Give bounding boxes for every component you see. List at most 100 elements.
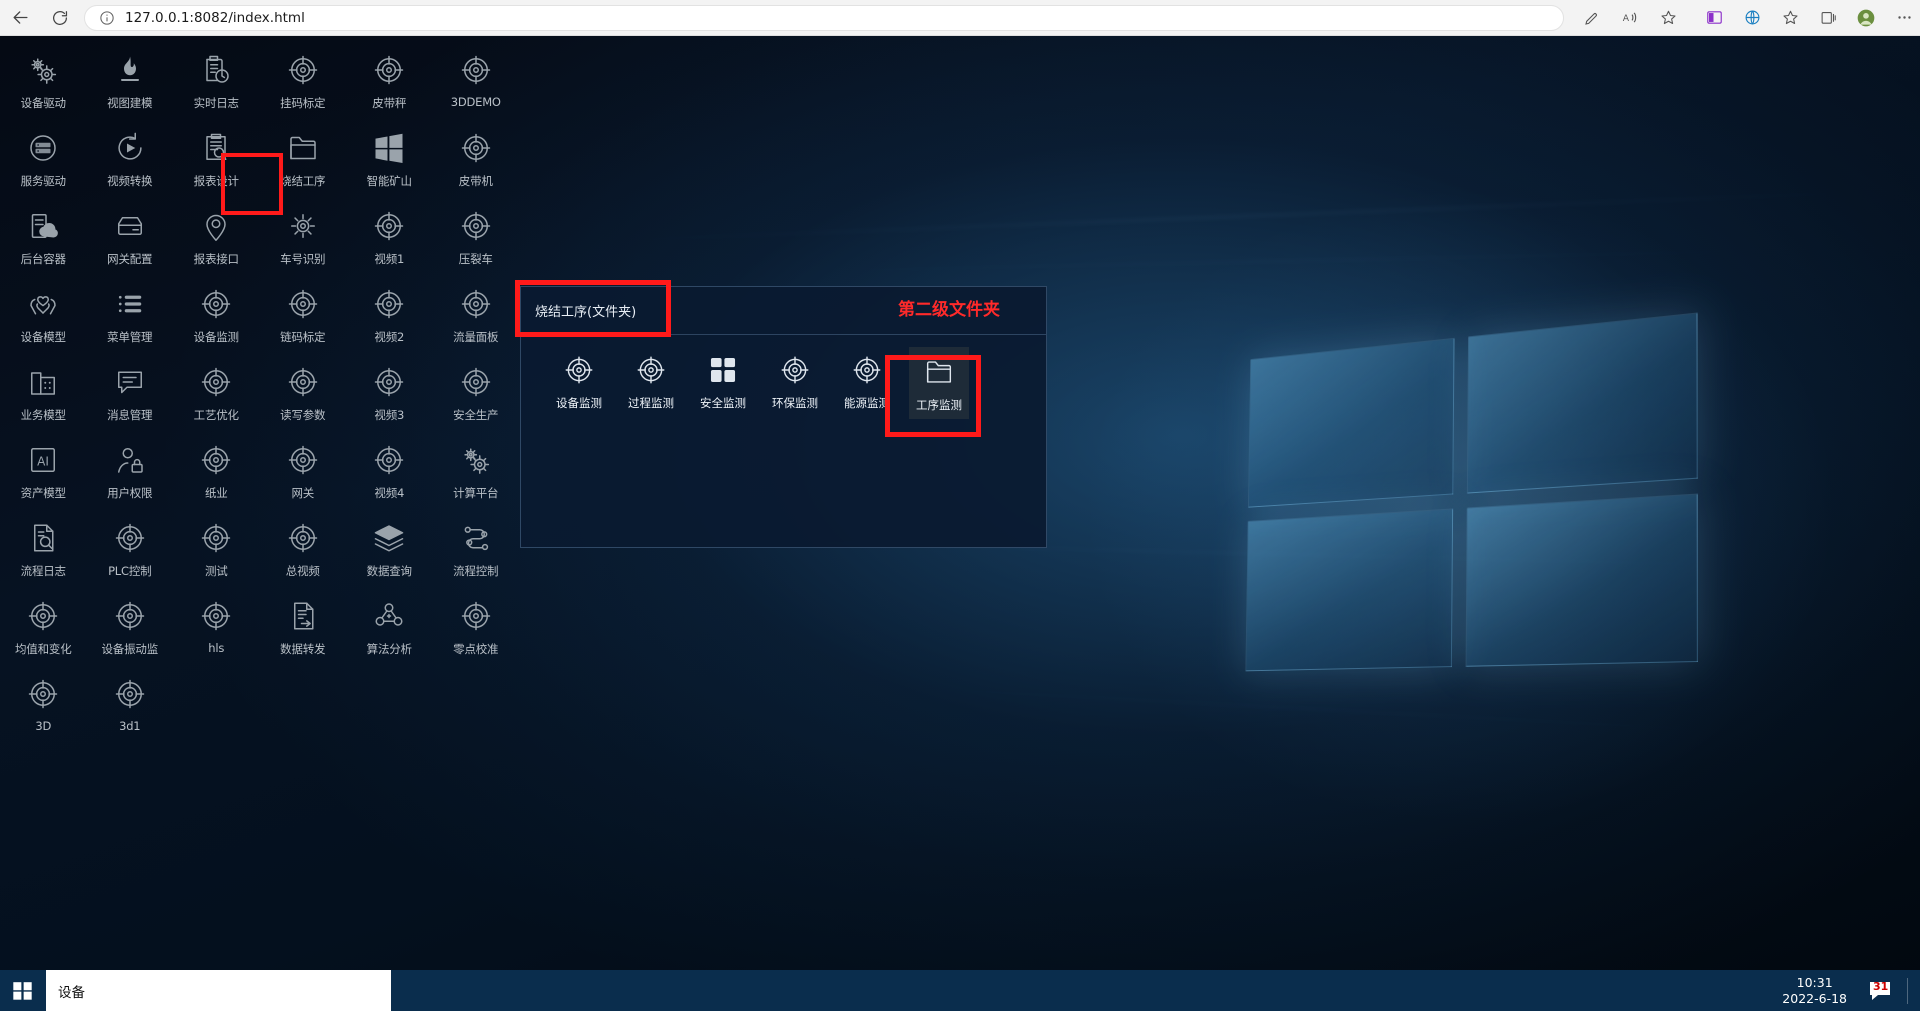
- desktop-icon-24[interactable]: 流量面板: [433, 276, 520, 354]
- desktop-icon-33[interactable]: 纸业: [173, 432, 260, 510]
- desktop-icon-label: 视频1: [374, 252, 405, 266]
- target-icon: [369, 362, 409, 402]
- desktop-icon-27[interactable]: 工艺优化: [173, 354, 260, 432]
- notification-center-button[interactable]: 31: [1857, 970, 1903, 1011]
- desktop-icon-9[interactable]: 报表设计: [173, 120, 260, 198]
- desktop-icon-label: 流程控制: [453, 564, 499, 578]
- desktop-icon-8[interactable]: 视频转换: [87, 120, 174, 198]
- desktop-icon-6[interactable]: 3DDEMO: [433, 42, 520, 120]
- desktop-icon-7[interactable]: 服务驱动: [0, 120, 87, 198]
- target-icon: [110, 596, 150, 636]
- location-pin-icon: [196, 206, 236, 246]
- desktop-icon-47[interactable]: 算法分析: [346, 588, 433, 666]
- folder-item-6[interactable]: 工序监测: [909, 347, 969, 419]
- settings-more-icon[interactable]: [1888, 3, 1920, 33]
- desktop-icon-11[interactable]: 智能矿山: [346, 120, 433, 198]
- desktop-icon-label: 实时日志: [193, 96, 239, 110]
- folder-item-1[interactable]: 设备监测: [549, 353, 609, 419]
- desktop-icon-label: 视频转换: [107, 174, 153, 188]
- browser-essentials-icon[interactable]: [1736, 3, 1768, 33]
- desktop-icon-label: 皮带秤: [372, 96, 407, 110]
- document-forward-icon: [283, 596, 323, 636]
- desktop-icon-14[interactable]: 网关配置: [87, 198, 174, 276]
- info-circle-icon[interactable]: [99, 10, 115, 26]
- profile-avatar-icon[interactable]: [1850, 3, 1882, 33]
- split-screen-icon[interactable]: [1698, 3, 1730, 33]
- desktop-icon-48[interactable]: 零点校准: [433, 588, 520, 666]
- desktop-icon-19[interactable]: 设备模型: [0, 276, 87, 354]
- windows-icon: [369, 128, 409, 168]
- desktop-icon-30[interactable]: 安全生产: [433, 354, 520, 432]
- wallpaper-windows-logo: [1245, 312, 1698, 672]
- desktop-icon-21[interactable]: 设备监测: [173, 276, 260, 354]
- desktop-icon-1[interactable]: 设备驱动: [0, 42, 87, 120]
- folder-items-row: 设备监测 过程监测 安全监测 环保监测 能源监测 工序监测: [521, 335, 1046, 419]
- target-icon: [283, 284, 323, 324]
- svg-text:A: A: [1622, 13, 1629, 24]
- desktop-icon-label: 总视频: [285, 564, 320, 578]
- desktop-icon-35[interactable]: 视频4: [346, 432, 433, 510]
- read-aloud-icon[interactable]: A: [1614, 3, 1646, 33]
- show-desktop-button[interactable]: [1910, 970, 1920, 1011]
- desktop-icon-17[interactable]: 视频1: [346, 198, 433, 276]
- pen-icon[interactable]: [1576, 3, 1608, 33]
- favorites-icon[interactable]: [1774, 3, 1806, 33]
- folder-item-label: 能源监测: [844, 396, 890, 410]
- desktop-icon-38[interactable]: PLC控制: [87, 510, 174, 588]
- grid-tiles-icon: [706, 353, 740, 387]
- address-bar[interactable]: 127.0.0.1:8082/index.html: [84, 4, 1564, 31]
- video-convert-icon: [110, 128, 150, 168]
- desktop-icon-18[interactable]: 压裂车: [433, 198, 520, 276]
- desktop-icon-label: 设备振动监: [101, 642, 159, 656]
- folder-item-2[interactable]: 过程监测: [621, 353, 681, 419]
- desktop-icon-label: 用户权限: [107, 486, 153, 500]
- back-arrow-icon[interactable]: [6, 3, 34, 33]
- desktop-icon-31[interactable]: AI 资产模型: [0, 432, 87, 510]
- taskbar-app-button[interactable]: 设备: [46, 970, 391, 1011]
- desktop-icon-label: 算法分析: [366, 642, 412, 656]
- desktop-icon-label: 流程日志: [20, 564, 66, 578]
- desktop-icon-41[interactable]: 数据查询: [346, 510, 433, 588]
- desktop-icon-10[interactable]: 烧结工序: [260, 120, 347, 198]
- desktop-icon-5[interactable]: 皮带秤: [346, 42, 433, 120]
- favorite-star-icon[interactable]: [1652, 3, 1684, 33]
- desktop-icon-15[interactable]: 报表接口: [173, 198, 260, 276]
- desktop-icon-23[interactable]: 视频2: [346, 276, 433, 354]
- desktop-icon-28[interactable]: 读写参数: [260, 354, 347, 432]
- desktop-icon-13[interactable]: 后台容器: [0, 198, 87, 276]
- desktop-icon-36[interactable]: 计算平台: [433, 432, 520, 510]
- desktop-icon-37[interactable]: 流程日志: [0, 510, 87, 588]
- taskbar-clock[interactable]: 10:31 2022-6-18: [1772, 975, 1857, 1007]
- desktop-icon-2[interactable]: 视图建模: [87, 42, 174, 120]
- desktop-icon-29[interactable]: 视频3: [346, 354, 433, 432]
- desktop-icon-3[interactable]: 实时日志: [173, 42, 260, 120]
- desktop-icon-42[interactable]: 流程控制: [433, 510, 520, 588]
- desktop-icon-16[interactable]: 车号识别: [260, 198, 347, 276]
- windows-start-icon[interactable]: [0, 970, 44, 1011]
- desktop-icon-34[interactable]: 网关: [260, 432, 347, 510]
- folder-item-5[interactable]: 能源监测: [837, 353, 897, 419]
- desktop-icon-44[interactable]: 设备振动监: [87, 588, 174, 666]
- desktop-icon-20[interactable]: 菜单管理: [87, 276, 174, 354]
- desktop-icon-46[interactable]: 数据转发: [260, 588, 347, 666]
- desktop-icon-22[interactable]: 链码标定: [260, 276, 347, 354]
- desktop-icon-40[interactable]: 总视频: [260, 510, 347, 588]
- desktop-icon-32[interactable]: 用户权限: [87, 432, 174, 510]
- desktop-icon-4[interactable]: 挂码标定: [260, 42, 347, 120]
- tray-divider: [1907, 977, 1908, 1004]
- reload-icon[interactable]: [46, 3, 74, 33]
- desktop-icon-label: PLC控制: [108, 564, 152, 578]
- collections-icon[interactable]: [1812, 3, 1844, 33]
- folder-item-3[interactable]: 安全监测: [693, 353, 753, 419]
- desktop-icon-26[interactable]: 消息管理: [87, 354, 174, 432]
- desktop-icon-45[interactable]: hls: [173, 588, 260, 666]
- desktop-icon-43[interactable]: 均值和变化: [0, 588, 87, 666]
- desktop-icon-label: 视频2: [374, 330, 405, 344]
- desktop-icon-50[interactable]: 3d1: [87, 666, 174, 744]
- desktop-icon-39[interactable]: 测试: [173, 510, 260, 588]
- folder-item-4[interactable]: 环保监测: [765, 353, 825, 419]
- desktop-icon-25[interactable]: 业务模型: [0, 354, 87, 432]
- desktop-icon-12[interactable]: 皮带机: [433, 120, 520, 198]
- gear-icon: [283, 206, 323, 246]
- desktop-icon-49[interactable]: 3D: [0, 666, 87, 744]
